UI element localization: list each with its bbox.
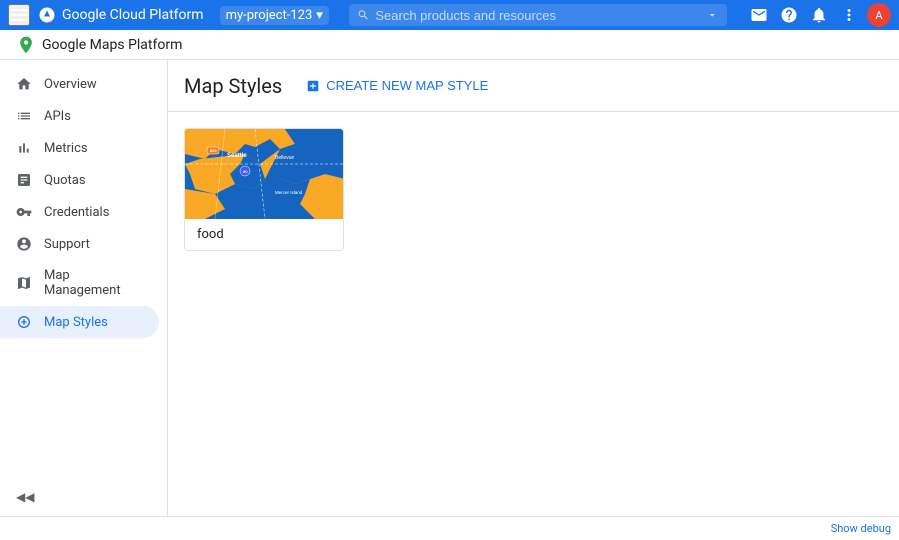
map-style-name: food	[185, 219, 343, 250]
search-dropdown-icon[interactable]	[706, 8, 719, 22]
main-layout: Overview APIs Metrics Quotas Credentials	[0, 60, 899, 516]
sidebar-bottom: ◀◀	[0, 478, 167, 516]
sidebar-item-map-management[interactable]: Map Management	[0, 260, 159, 306]
hamburger-menu-button[interactable]	[8, 4, 30, 26]
gcp-title: Google Cloud Platform	[62, 7, 204, 23]
sidebar-item-metrics[interactable]: Metrics	[0, 132, 159, 164]
create-button-label: CREATE NEW MAP STYLE	[326, 78, 488, 93]
user-avatar[interactable]: A	[867, 3, 891, 27]
credentials-icon	[16, 204, 32, 220]
support-icon	[16, 236, 32, 252]
content-body: Seattle Bellevue Mercer Island 90 520 fo…	[168, 112, 899, 516]
maps-logo-icon	[16, 35, 36, 55]
gmp-title: Google Maps Platform	[42, 37, 182, 53]
gcp-logo: Google Cloud Platform	[38, 6, 204, 24]
project-name: my-project-123	[226, 8, 313, 23]
sidebar-label-metrics: Metrics	[44, 141, 88, 156]
content-area: Map Styles CREATE NEW MAP STYLE	[168, 60, 899, 516]
apis-icon	[16, 108, 32, 124]
svg-text:Bellevue: Bellevue	[275, 155, 294, 161]
map-styles-icon	[16, 314, 32, 330]
notifications-icon-button[interactable]	[807, 3, 831, 27]
search-input[interactable]	[375, 8, 700, 23]
map-style-card-food[interactable]: Seattle Bellevue Mercer Island 90 520 fo…	[184, 128, 344, 251]
svg-text:520: 520	[210, 148, 217, 153]
metrics-icon	[16, 140, 32, 156]
add-icon	[306, 79, 320, 93]
sidebar-item-map-styles[interactable]: Map Styles	[0, 306, 159, 338]
collapse-sidebar-button[interactable]: ◀◀	[12, 486, 167, 508]
svg-text:90: 90	[243, 169, 248, 174]
sidebar-item-support[interactable]: Support	[0, 228, 159, 260]
sidebar-item-credentials[interactable]: Credentials	[0, 196, 159, 228]
quotas-icon	[16, 172, 32, 188]
help-icon-button[interactable]	[777, 3, 801, 27]
sidebar-item-apis[interactable]: APIs	[0, 100, 159, 132]
sidebar-label-support: Support	[44, 237, 90, 252]
sidebar-item-quotas[interactable]: Quotas	[0, 164, 159, 196]
show-debug-link[interactable]: Show debug	[831, 522, 891, 535]
home-icon	[16, 76, 32, 92]
sidebar-label-overview: Overview	[44, 77, 97, 92]
sidebar-label-map-styles: Map Styles	[44, 315, 108, 330]
project-selector[interactable]: my-project-123 ▾	[220, 6, 329, 25]
more-options-button[interactable]	[837, 3, 861, 27]
gmp-logo: Google Maps Platform	[16, 35, 182, 55]
header-icons: A	[747, 3, 891, 27]
collapse-icon: ◀◀	[16, 490, 34, 504]
map-management-icon	[16, 275, 32, 291]
sidebar-label-credentials: Credentials	[44, 205, 109, 220]
svg-text:Mercer Island: Mercer Island	[275, 190, 303, 195]
sidebar-label-quotas: Quotas	[44, 173, 86, 188]
email-icon-button[interactable]	[747, 3, 771, 27]
content-header: Map Styles CREATE NEW MAP STYLE	[168, 60, 899, 112]
svg-text:Seattle: Seattle	[227, 153, 247, 159]
dropdown-chevron: ▾	[316, 8, 323, 23]
sidebar-label-apis: APIs	[44, 109, 71, 124]
second-header: Google Maps Platform	[0, 30, 899, 60]
search-icon	[357, 8, 370, 22]
search-bar	[349, 4, 727, 26]
create-new-map-style-button[interactable]: CREATE NEW MAP STYLE	[298, 72, 496, 99]
bottom-bar: Show debug	[0, 516, 899, 540]
top-header: Google Cloud Platform my-project-123 ▾ A	[0, 0, 899, 30]
sidebar-label-map-management: Map Management	[44, 268, 143, 298]
map-style-preview: Seattle Bellevue Mercer Island 90 520	[185, 129, 344, 219]
sidebar-item-overview[interactable]: Overview	[0, 68, 159, 100]
sidebar: Overview APIs Metrics Quotas Credentials	[0, 60, 168, 516]
page-title: Map Styles	[184, 74, 282, 98]
